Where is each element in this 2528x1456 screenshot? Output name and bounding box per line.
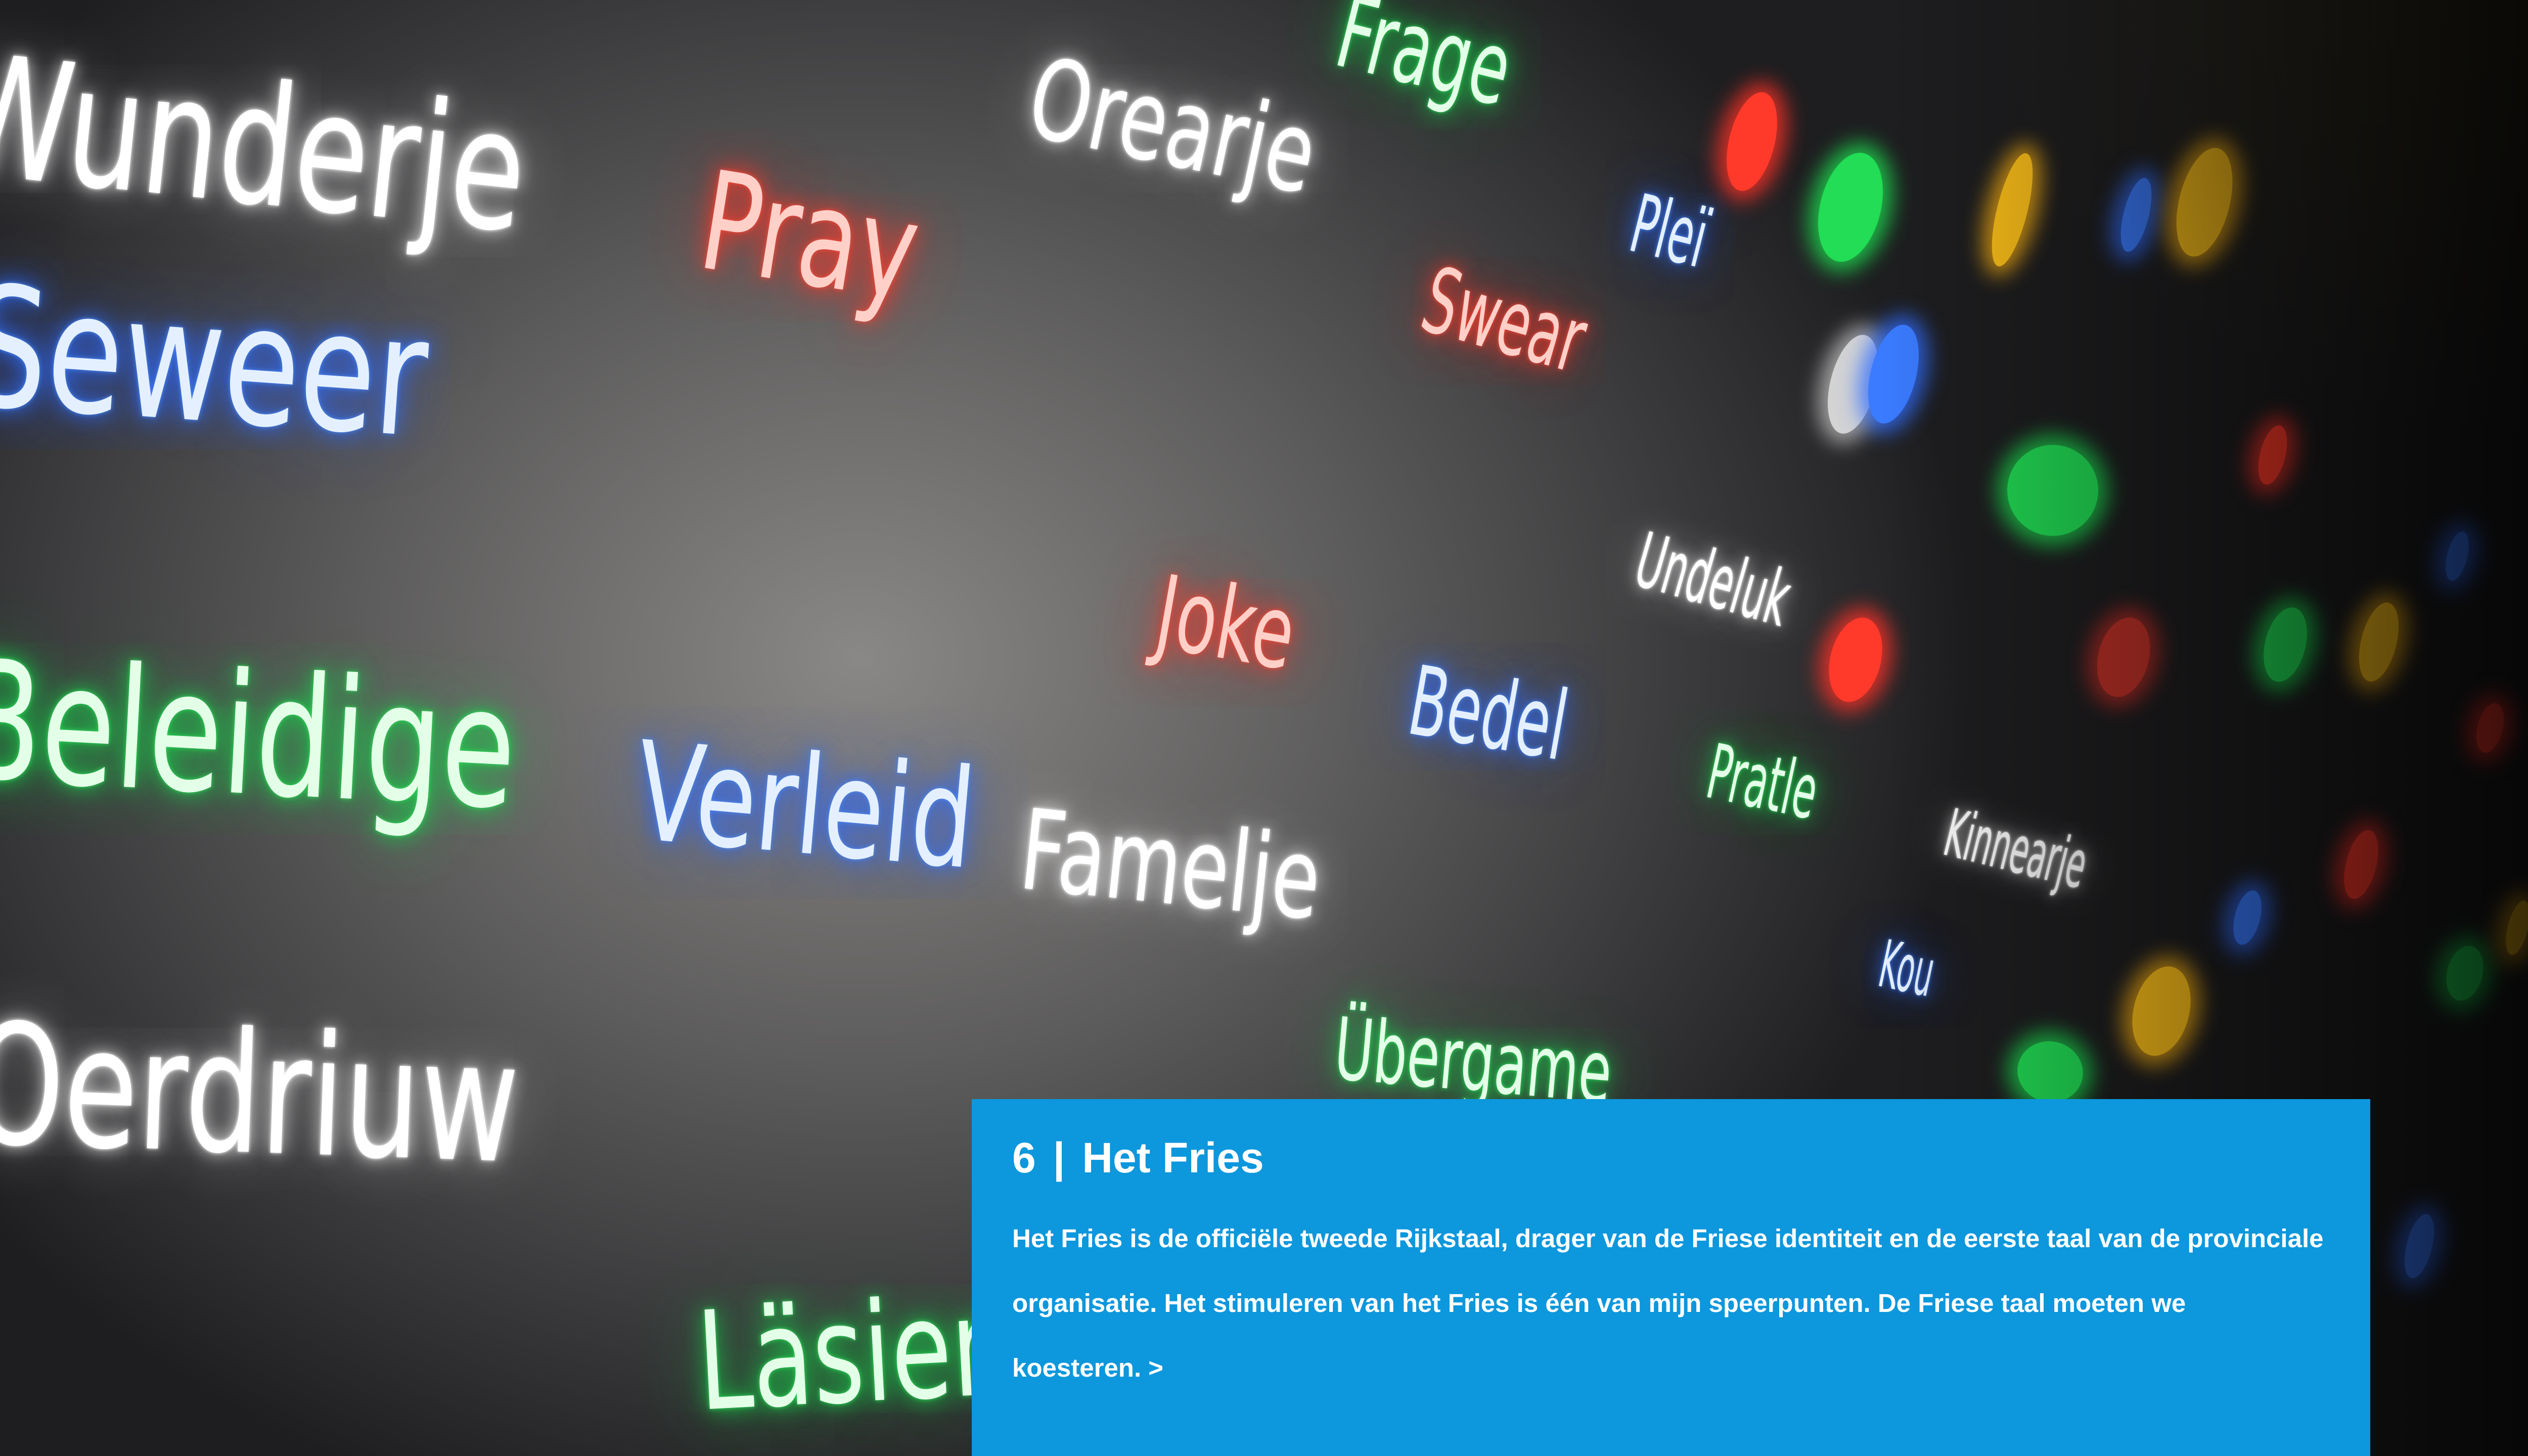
caption-panel: 6 | Het Fries Het Fries is de officiële tw… (972, 1099, 2370, 1456)
neon-glow (2501, 898, 2528, 958)
neon-word: Kinnearje (1937, 794, 2095, 904)
neon-word: Verleid (630, 711, 981, 900)
read-more-link[interactable]: > (1148, 1353, 1163, 1382)
caption-body: Het Fries is de officiële tweede Rijksta… (1012, 1206, 2330, 1400)
neon-word: Oerdriuw (0, 987, 522, 1201)
neon-glow (2011, 1034, 2090, 1109)
neon-word: Kou (1873, 925, 1942, 1012)
neon-glow (2089, 612, 2158, 703)
neon-glow (2399, 1211, 2440, 1282)
neon-glow (2441, 529, 2473, 583)
neon-glow (2228, 887, 2267, 948)
caption-title: 6 | Het Fries (1012, 1134, 2330, 1181)
neon-word: Orearje (1018, 32, 1328, 219)
caption-text: Het Fries is de officiële tweede Rijksta… (1012, 1224, 2324, 1383)
neon-glow (1718, 87, 1786, 196)
neon-glow (2114, 175, 2158, 255)
neon-glow (2166, 142, 2243, 262)
neon-word: Wunderje (0, 17, 535, 270)
section-number: 6 (1012, 1134, 1036, 1181)
neon-word: Pratle (1699, 727, 1826, 837)
neon-glow (1997, 435, 2108, 546)
neon-word: Pray (690, 141, 929, 333)
neon-word: Famelje (1014, 785, 1327, 945)
neon-word: Pleï (1621, 176, 1717, 286)
neon-glow (2337, 826, 2385, 903)
neon-word: Bedel (1401, 645, 1576, 783)
neon-glow (2256, 603, 2314, 687)
neon-glow (1808, 146, 1893, 269)
neon-word: Läsien (693, 1266, 1018, 1442)
ceiling-shadow (1982, 0, 2528, 455)
neon-glow (2441, 942, 2489, 1005)
neon-word: Beleidige (0, 623, 521, 847)
neon-glow (2352, 598, 2406, 686)
neon-glow (1820, 612, 1891, 708)
neon-word: Swear (1411, 247, 1598, 394)
title-separator: | (1053, 1134, 1065, 1181)
neon-word: Frage (1325, 0, 1523, 129)
neon-glow (2123, 960, 2200, 1062)
section-title: Het Fries (1082, 1134, 1264, 1181)
neon-word: Joke (1147, 553, 1304, 694)
neon-word: Undeluk (1626, 516, 1800, 644)
neon-glow (1983, 150, 2041, 270)
neon-glow (2471, 700, 2509, 756)
neon-glow (2253, 422, 2292, 488)
neon-word: Seweer (0, 249, 434, 475)
